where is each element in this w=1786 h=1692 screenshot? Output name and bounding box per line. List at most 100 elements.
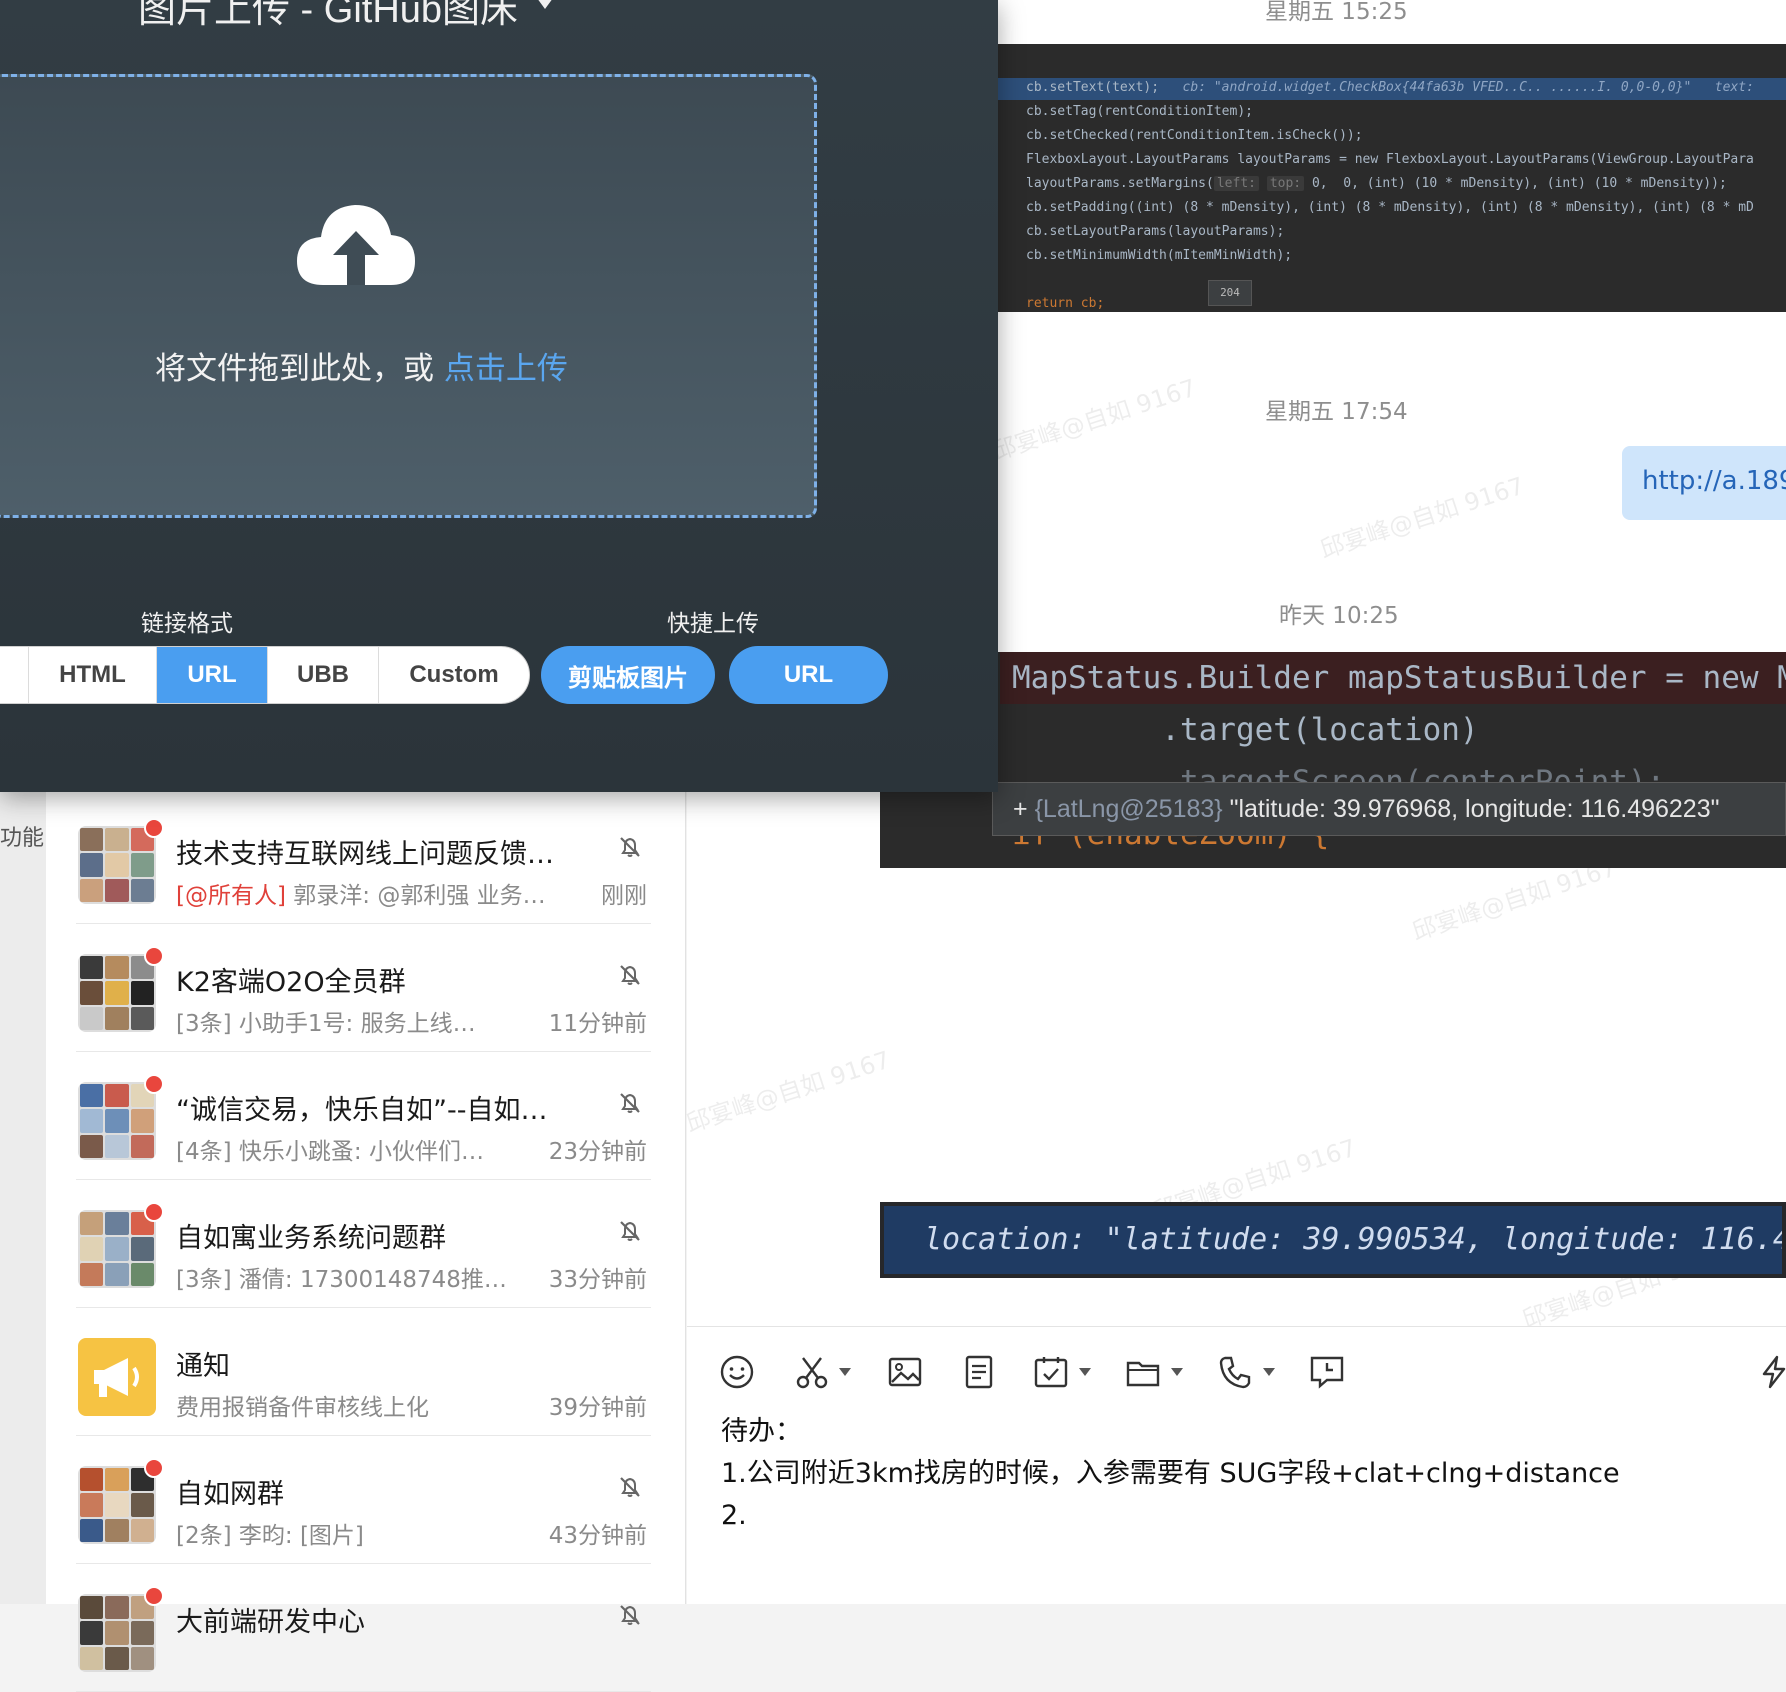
avatar-tile	[105, 1493, 129, 1517]
param-hint: top:	[1266, 176, 1305, 191]
link-format-label: 链接格式	[141, 611, 233, 637]
compose-area[interactable]: 待办： 1.公司附近3km找房的时候，入参需要有 SUG字段+clat+clng…	[687, 1326, 1786, 1604]
avatar-tile	[130, 1109, 154, 1133]
clipboard-upload-button[interactable]: 剪贴板图片	[541, 646, 715, 704]
code-screenshot[interactable]: MapStatus.Builder mapStatusBuilder = new…	[880, 652, 1786, 868]
preview-text: [2条] 李昀: [图片]	[176, 1523, 364, 1549]
avatar-tile	[105, 1006, 129, 1030]
code-line: cb.setLayoutParams(layoutParams);	[1026, 224, 1285, 239]
chevron-down-icon[interactable]	[1079, 1368, 1091, 1376]
unread-dot	[144, 818, 164, 838]
code-tooltip: 204	[1208, 280, 1252, 306]
code-line: cb.setPadding((int) (8 * mDensity), (int…	[1026, 200, 1754, 215]
checklist-icon	[1034, 1357, 1068, 1388]
avatar	[78, 1466, 156, 1544]
document-icon	[965, 1355, 993, 1389]
url-upload-button[interactable]: URL	[729, 646, 888, 704]
avatar-tile	[80, 1646, 104, 1670]
date-separator: 昨天 10:25	[1279, 603, 1399, 629]
date-separator: 星期五 15:25	[1265, 0, 1408, 25]
avatar-tile	[105, 956, 129, 980]
avatar-tile	[80, 1596, 104, 1620]
quick-reply-button[interactable]	[1759, 1349, 1786, 1395]
document-button[interactable]	[961, 1349, 997, 1395]
code-line: return cb;	[1026, 296, 1105, 311]
image-button[interactable]	[887, 1349, 923, 1395]
dropzone-instruction: 将文件拖到此处，或	[155, 351, 444, 387]
code-line: layoutParams.setMargins(	[1026, 176, 1214, 191]
conversation-item[interactable]: K2客端O2O全员群 [3条] 小助手1号: 服务上线… 11分钟前	[76, 924, 651, 1052]
preview-text: 费用报销备件审核线上化	[176, 1395, 429, 1421]
format-option-url[interactable]: URL	[157, 647, 268, 703]
avatar-tile	[130, 853, 154, 877]
conversation-time: 11分钟前	[548, 1011, 647, 1037]
message-input[interactable]: 待办： 1.公司附近3km找房的时候，入参需要有 SUG字段+clat+clng…	[721, 1411, 1620, 1537]
avatar-tile	[105, 1468, 129, 1492]
avatar-tile	[130, 878, 154, 902]
history-button[interactable]	[1309, 1349, 1345, 1395]
avatar-tile	[105, 1621, 129, 1645]
upload-dropzone[interactable]: 将文件拖到此处，或 点击上传	[0, 74, 817, 518]
chevron-down-icon[interactable]	[534, 0, 557, 9]
compose-toolbar	[719, 1349, 1786, 1399]
conversation-item[interactable]: 大前端研发中心	[76, 1564, 651, 1692]
conversation-title: 通知	[176, 1351, 230, 1382]
code-line: cb.setChecked(rentConditionItem.isCheck(…	[1026, 128, 1363, 143]
conversation-item[interactable]: “诚信交易，快乐自如”--自如… [4条] 快乐小跳蚤: 小伙伴们… 23分钟前	[76, 1052, 651, 1180]
unread-dot	[144, 1202, 164, 1222]
conversation-item[interactable]: 通知 费用报销备件审核线上化 39分钟前	[76, 1308, 651, 1436]
conversation-preview: [@所有人] 郭录洋: @郭利强 业务…	[176, 876, 576, 910]
conversation-item[interactable]: 技术支持互联网线上问题反馈… [@所有人] 郭录洋: @郭利强 业务… 刚刚	[76, 796, 651, 924]
format-option-html[interactable]: HTML	[29, 647, 157, 703]
avatar-tile	[130, 1237, 154, 1261]
code-screenshot[interactable]: cb.setText(text); cb: "android.widget.Ch…	[998, 44, 1786, 312]
preview-text: [4条] 快乐小跳蚤: 小伙伴们…	[176, 1139, 484, 1165]
avatar	[78, 1210, 156, 1288]
debug-value-tooltip[interactable]: + {LatLng@25183} "latitude: 39.976968, l…	[992, 782, 1786, 836]
avatar-tile	[80, 981, 104, 1005]
link-format-selector: HTML URL UBB Custom	[0, 646, 530, 704]
call-button[interactable]	[1217, 1349, 1275, 1395]
expand-icon[interactable]: +	[1013, 795, 1028, 823]
param-hint: left:	[1213, 176, 1259, 191]
avatar-tile	[80, 1134, 104, 1158]
avatar-tile	[105, 1109, 129, 1133]
chevron-down-icon[interactable]	[839, 1368, 851, 1376]
code-line: MapStatus.Builder mapStatusBuilder = new…	[1012, 660, 1786, 696]
avatar-tile	[105, 1596, 129, 1620]
conversation-preview: [3条] 潘倩: 17300148748推…	[176, 1260, 576, 1294]
date-separator: 星期五 17:54	[1265, 399, 1408, 425]
preview-text: [3条] 小助手1号: 服务上线…	[176, 1011, 476, 1037]
conversation-item[interactable]: 自如网群 [2条] 李昀: [图片] 43分钟前	[76, 1436, 651, 1564]
chevron-down-icon[interactable]	[1171, 1368, 1183, 1376]
avatar-tile	[130, 1134, 154, 1158]
avatar-tile	[105, 1646, 129, 1670]
avatar-tile	[80, 1084, 104, 1108]
image-upload-window: 图片上传 - GitHub图床 将文件拖到此处，或 点击上传 链接格式 快捷上传…	[0, 0, 998, 792]
chevron-down-icon[interactable]	[1263, 1368, 1275, 1376]
format-option-custom[interactable]: Custom	[379, 647, 529, 703]
window-title[interactable]: 图片上传 - GitHub图床	[138, 0, 557, 33]
avatar-tile	[105, 853, 129, 877]
conversation-preview: [3条] 小助手1号: 服务上线…	[176, 1004, 576, 1038]
avatar-tile	[80, 1621, 104, 1645]
unread-dot	[144, 1458, 164, 1478]
emoji-button[interactable]	[719, 1349, 755, 1395]
code-screenshot[interactable]: location: "latitude: 39.990534, longitud…	[880, 1202, 1786, 1278]
task-button[interactable]	[1033, 1349, 1091, 1395]
message-bubble-link[interactable]: http://a.189	[1622, 446, 1786, 520]
format-option-ubb[interactable]: UBB	[268, 647, 379, 703]
conversation-title: 自如寓业务系统问题群	[176, 1223, 446, 1254]
code-line: cb.setText(text);	[1026, 80, 1160, 95]
mention-tag: [@所有人]	[176, 883, 286, 909]
folder-button[interactable]	[1125, 1349, 1183, 1395]
avatar	[78, 1594, 156, 1672]
unread-dot	[144, 946, 164, 966]
conversation-item[interactable]: 自如寓业务系统问题群 [3条] 潘倩: 17300148748推… 33分钟前	[76, 1180, 651, 1308]
phone-icon	[1219, 1356, 1251, 1389]
emoji-icon	[720, 1355, 754, 1389]
screenshot-button[interactable]	[795, 1349, 851, 1395]
lightning-icon	[1762, 1355, 1786, 1389]
preview-text: [3条] 潘倩: 17300148748推…	[176, 1267, 507, 1293]
click-upload-link[interactable]: 点击上传	[444, 351, 568, 387]
